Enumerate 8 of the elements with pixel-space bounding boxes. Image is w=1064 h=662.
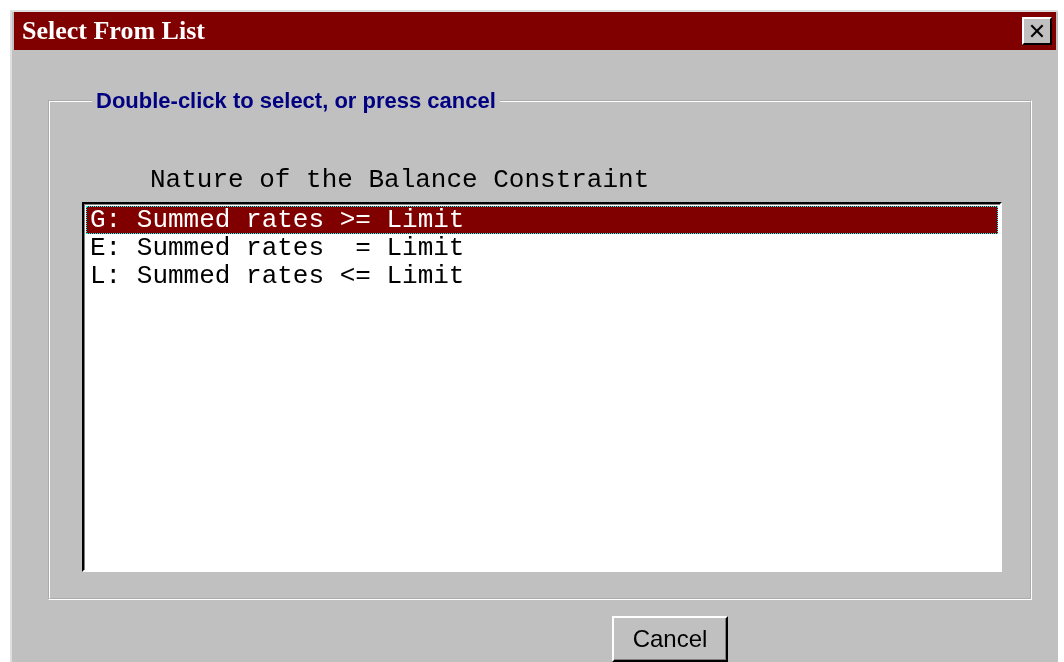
window-title: Select From List bbox=[22, 16, 205, 46]
group-label: Double-click to select, or press cancel bbox=[95, 88, 497, 114]
list-item[interactable]: G: Summed rates >= Limit bbox=[86, 206, 998, 234]
list-item[interactable]: E: Summed rates = Limit bbox=[86, 234, 998, 262]
close-button[interactable]: ✕ bbox=[1022, 17, 1052, 45]
list-header: Nature of the Balance Constraint bbox=[150, 166, 651, 194]
list-item[interactable]: L: Summed rates <= Limit bbox=[86, 262, 998, 290]
cancel-button[interactable]: Cancel bbox=[612, 616, 728, 662]
